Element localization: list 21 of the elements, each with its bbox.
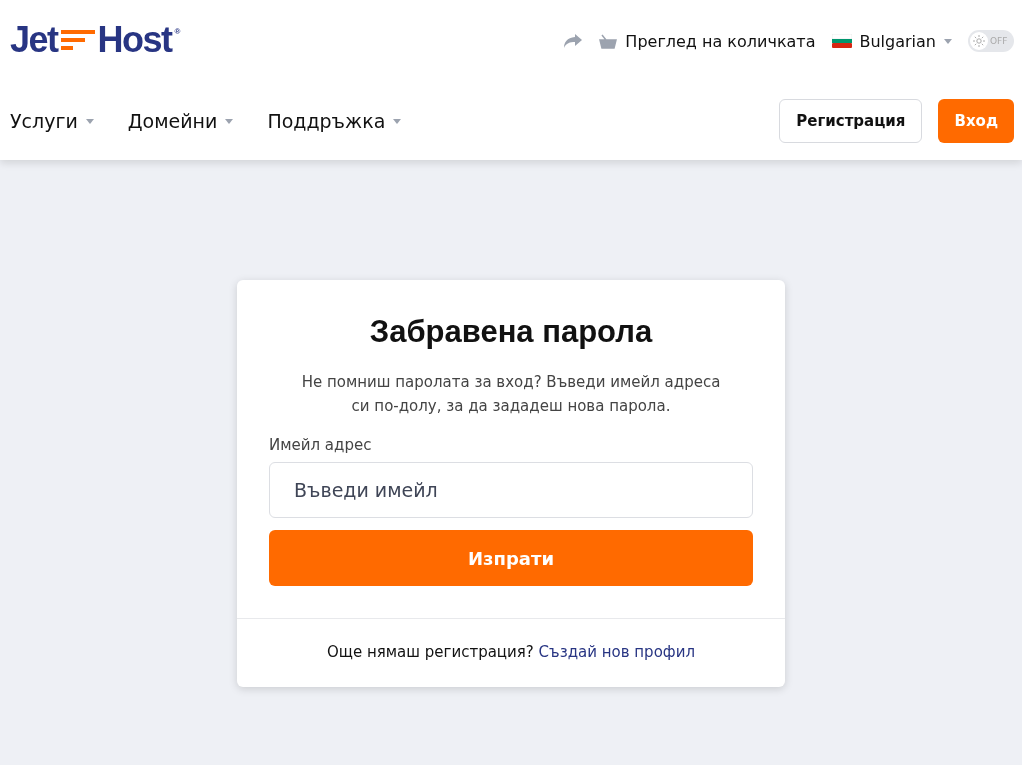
caret-icon xyxy=(944,38,952,44)
nav-menu-item[interactable]: Услуги xyxy=(10,110,94,132)
caret-icon xyxy=(85,118,94,124)
card-title: Забравена парола xyxy=(368,314,654,350)
sun-icon xyxy=(973,35,985,47)
cart-link[interactable]: Преглед на количката xyxy=(599,31,816,51)
register-button[interactable]: Регистрация xyxy=(779,99,923,143)
caret-icon xyxy=(393,118,402,124)
flag-icon xyxy=(831,34,852,48)
language-selector[interactable]: Bulgarian xyxy=(831,31,952,51)
field-label: Имейл адрес xyxy=(269,436,373,454)
create-account-link[interactable]: Създай нов профил xyxy=(538,643,695,661)
logo[interactable]: Jet Host$^{®}$ xyxy=(10,19,181,61)
description-text: Не помниш паролата за вход? Въведи имейл адреса си по-долу, за да зададеш нова парола. xyxy=(300,372,722,417)
nav-menu-item[interactable]: Домейни xyxy=(127,110,234,132)
nav-menu-item[interactable]: Поддръжка xyxy=(267,110,402,132)
caret-icon xyxy=(225,118,234,124)
basket-icon xyxy=(599,33,618,49)
share-icon[interactable] xyxy=(563,33,584,49)
email-field[interactable]: Въведи имейл xyxy=(269,462,753,518)
signup-prompt: Още нямаш регистрация? Създай нов профил xyxy=(326,643,696,661)
